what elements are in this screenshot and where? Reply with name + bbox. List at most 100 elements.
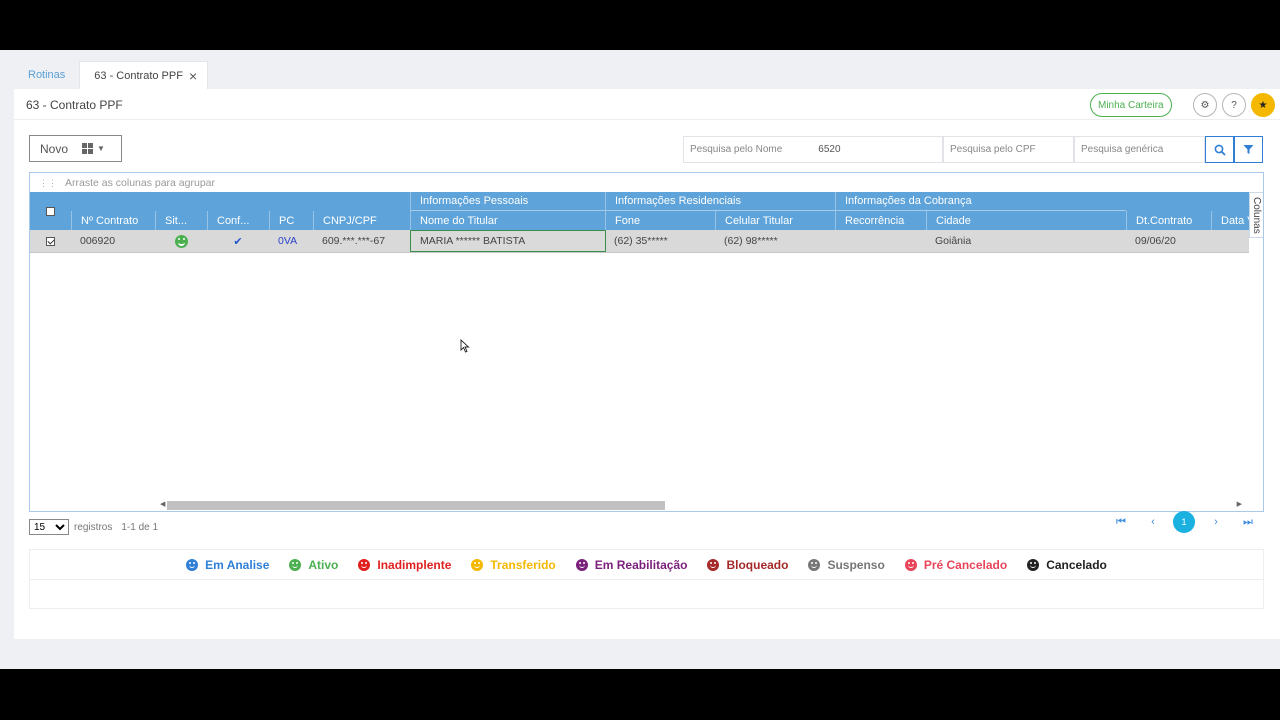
legend-item: Cancelado (1027, 558, 1107, 572)
legend-label: Bloqueado (726, 557, 789, 572)
scroll-right-icon[interactable]: ▶ (1237, 500, 1242, 508)
page-size-select[interactable]: 15 (29, 519, 69, 535)
cell-fone: (62) 35***** (614, 235, 668, 247)
checkbox[interactable] (46, 236, 55, 246)
filter-icon (1243, 145, 1254, 154)
prev-page-icon[interactable]: ‹ (1142, 511, 1164, 533)
search-button[interactable] (1205, 136, 1234, 163)
chevron-down-icon: ▼ (97, 144, 105, 153)
legend-label: Transferido (490, 557, 556, 572)
col-cidade[interactable]: Cidade (926, 211, 1126, 230)
status-face-icon (1027, 558, 1040, 571)
last-page-icon[interactable]: ⏭ (1237, 511, 1259, 533)
horizontal-scrollbar[interactable]: ◀ ▶ (160, 500, 1242, 510)
col-pc[interactable]: PC (269, 211, 313, 230)
legend-label: Suspenso (827, 557, 885, 572)
cell-nome-titular[interactable]: MARIA ****** BATISTA (410, 230, 606, 252)
row-checkbox[interactable] (30, 230, 71, 252)
drag-icon: ⋮⋮ (39, 178, 57, 188)
cell-dt-contrato: 09/06/20 (1135, 235, 1176, 247)
cell-recorrencia (835, 230, 926, 252)
col-fone[interactable]: Fone (605, 211, 715, 230)
cell-situacao (155, 230, 207, 252)
gear-icon[interactable]: ⚙ (1193, 93, 1217, 117)
cell-celular: (62) 98***** (724, 235, 778, 247)
legend-label: Em Analise (205, 557, 270, 572)
legend-label: Ativo (308, 557, 339, 572)
minha-carteira-button[interactable]: Minha Carteira (1090, 93, 1172, 117)
group-hint-text: Arraste as colunas para agrupar (65, 177, 215, 189)
search-generic-placeholder: Pesquisa genérica (1081, 144, 1164, 155)
col-dt-contrato[interactable]: Dt.Contrato (1126, 211, 1211, 230)
search-cpf-input[interactable]: Pesquisa pelo CPF (943, 136, 1074, 163)
legend-label: Pré Cancelado (923, 557, 1008, 572)
scrollbar-thumb[interactable] (167, 501, 665, 510)
table-row[interactable]: 006920 ✔ 0VA 609.***.***-67 MARIA ******… (30, 230, 1249, 253)
legend-label: Em Reabilitação (594, 557, 688, 572)
registros-label: registros (74, 521, 113, 533)
legend-item: Ativo (289, 558, 338, 572)
tab-contrato-ppf[interactable]: 63 - Contrato PPF × (79, 61, 209, 89)
cell-contrato: 006920 (80, 235, 116, 247)
status-face-icon (471, 558, 484, 571)
col-cnpj-cpf[interactable]: CNPJ/CPF (313, 211, 410, 230)
page-title: 63 - Contrato PPF (26, 98, 123, 112)
page-1-button[interactable]: 1 (1173, 511, 1195, 533)
search-name-input[interactable]: Pesquisa pelo Nome 6520 (683, 136, 943, 163)
cell-pc[interactable]: 0VA (269, 230, 313, 252)
col-situacao[interactable]: Sit... (155, 211, 207, 230)
first-page-icon[interactable]: ⏮ (1110, 511, 1132, 533)
cell-conferido: ✔ (207, 230, 269, 252)
smile-icon (174, 234, 188, 248)
col-recorrencia[interactable]: Recorrência (835, 211, 926, 230)
contracts-grid: ⋮⋮ Arraste as colunas para agrupar Nº Con… (29, 172, 1264, 512)
close-icon[interactable]: × (189, 69, 197, 83)
divider (14, 119, 1280, 120)
scroll-left-icon[interactable]: ◀ (160, 500, 165, 508)
legend-label: Cancelado (1046, 557, 1107, 572)
tab-rotinas[interactable]: Rotinas (14, 61, 79, 89)
novo-label: Novo (40, 141, 69, 156)
col-conferido[interactable]: Conf... (207, 211, 269, 230)
novo-button[interactable]: Novo ▼ (29, 135, 122, 162)
select-all-checkbox[interactable] (30, 192, 71, 230)
grid-icon (82, 143, 94, 154)
cell-cpf: 609.***.***-67 (322, 235, 386, 247)
colunas-toggle[interactable]: Colunas (1249, 192, 1263, 238)
app-screen: Rotinas 63 - Contrato PPF × 63 - Contrat… (0, 50, 1280, 669)
legend-item: Suspenso (808, 557, 885, 572)
status-face-icon (707, 558, 720, 571)
group-info-residenciais: Informações Residenciais (605, 192, 835, 211)
col-data-v[interactable]: Data V (1211, 211, 1249, 230)
checkbox[interactable] (46, 206, 55, 216)
tab-label: 63 - Contrato PPF (94, 69, 183, 82)
help-icon[interactable]: ? (1222, 93, 1246, 117)
pager-info: 15 registros 1-1 de 1 (29, 517, 158, 537)
legend-item: Em Reabilitação (575, 557, 688, 572)
col-contrato[interactable]: Nº Contrato (71, 211, 155, 230)
filter-button[interactable] (1234, 136, 1263, 163)
tab-bar: Rotinas 63 - Contrato PPF × (14, 61, 209, 89)
grid-header: Nº Contrato Sit... Conf... PC CNPJ/CPF I… (30, 192, 1249, 230)
col-celular-titular[interactable]: Celular Titular (715, 211, 835, 230)
range-text: 1-1 de 1 (121, 521, 159, 533)
status-face-icon (904, 558, 917, 571)
status-face-icon (808, 558, 821, 571)
mouse-cursor-icon (460, 339, 470, 353)
search-name-placeholder: Pesquisa pelo Nome (690, 144, 783, 155)
legend-item: Transferido (471, 557, 556, 572)
group-hint: ⋮⋮ Arraste as colunas para agrupar (39, 177, 215, 189)
legend-item: Inadimplente (358, 558, 451, 572)
group-info-pessoais: Informações Pessoais (410, 192, 605, 211)
search-generic-input[interactable]: Pesquisa genérica (1074, 136, 1205, 163)
legend-item: Em Analise (186, 558, 269, 572)
next-page-icon[interactable]: › (1205, 511, 1227, 533)
search-icon (1214, 144, 1226, 156)
check-icon: ✔ (233, 235, 243, 248)
col-nome-titular[interactable]: Nome do Titular (410, 211, 605, 230)
star-icon[interactable]: ★ (1251, 93, 1275, 117)
status-face-icon (186, 558, 199, 571)
search-name-value: 6520 (818, 144, 841, 155)
legend-label: Inadimplente (377, 557, 452, 572)
main-panel: 63 - Contrato PPF Minha Carteira ⚙ ? ★ N… (14, 89, 1280, 639)
